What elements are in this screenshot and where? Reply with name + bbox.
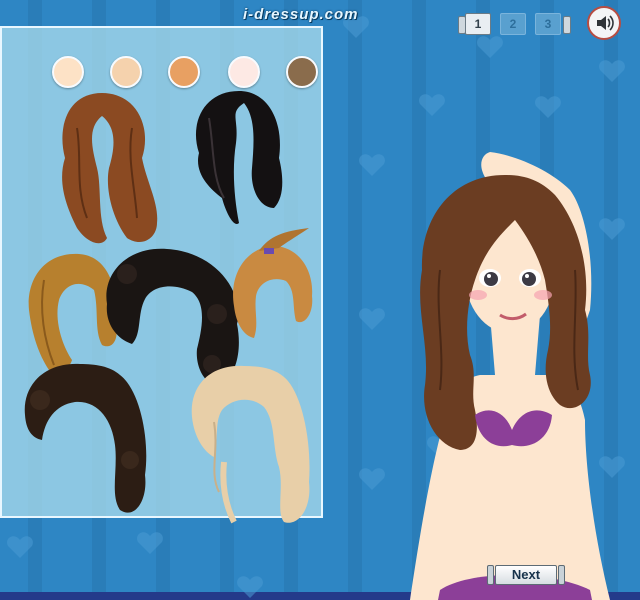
hair-option-2[interactable] <box>184 88 289 233</box>
skin-swatch-2[interactable] <box>110 56 142 88</box>
skin-swatch-4[interactable] <box>228 56 260 88</box>
next-button[interactable]: Next <box>495 565 557 585</box>
hair-option-5[interactable] <box>224 226 324 341</box>
speaker-icon <box>597 15 614 31</box>
next-left-cap <box>487 565 494 585</box>
hair-option-7[interactable] <box>184 362 314 527</box>
page-3-button[interactable]: 3 <box>535 13 561 35</box>
model-character <box>410 152 610 600</box>
hair-option-1[interactable] <box>47 88 162 248</box>
sound-toggle-button[interactable] <box>587 6 621 40</box>
pagination-right-cap <box>563 16 571 34</box>
skin-swatch-3[interactable] <box>168 56 200 88</box>
next-right-cap <box>558 565 565 585</box>
page-1-button[interactable]: 1 <box>465 13 491 35</box>
game-stage: i-dressup.com 1 2 3 Next <box>0 0 640 600</box>
hair-selection-panel <box>0 26 324 524</box>
page-2-button[interactable]: 2 <box>500 13 526 35</box>
skin-swatch-5[interactable] <box>286 56 318 88</box>
skin-swatch-1[interactable] <box>52 56 84 88</box>
hair-option-6[interactable] <box>20 360 150 520</box>
site-logo-text: i-dressup.com <box>243 6 359 23</box>
